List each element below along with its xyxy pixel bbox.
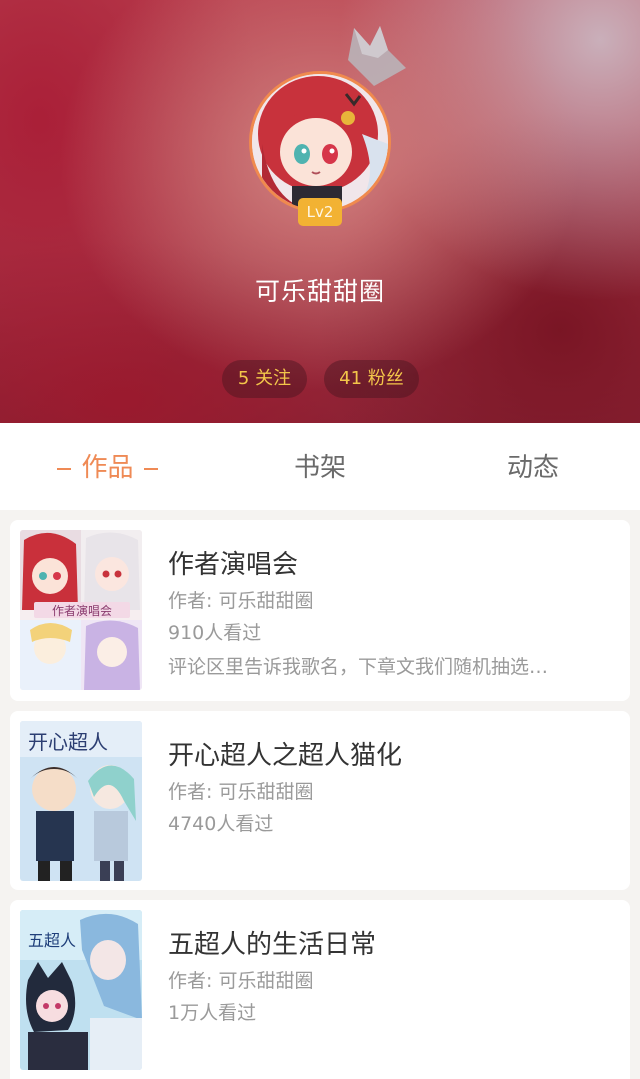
work-author: 作者: 可乐甜甜圈 (168, 590, 314, 612)
work-title: 开心超人之超人猫化 (168, 741, 403, 771)
cover-image: 作者演唱会 (20, 530, 142, 690)
cover-title-text: 开心超人 (28, 730, 108, 754)
tab-bookshelf-label: 书架 (293, 453, 346, 483)
tab-works-label: 作品 (81, 453, 134, 483)
work-views: 1万人看过 (168, 1002, 257, 1024)
work-cover-1[interactable]: 作者演唱会 (20, 530, 142, 690)
work-description: 评论区里告诉我歌名，下章文我们随机抽选… (168, 656, 549, 678)
work-card-2[interactable]: 开心超人 开心超人之超人猫化 作者: 可乐甜甜圈 4740人看过 (10, 711, 630, 890)
work-cover-3[interactable]: 五超人 (20, 910, 142, 1070)
work-cover-2[interactable]: 开心超人 (20, 721, 142, 881)
work-card-1[interactable]: 作者演唱会 作者演唱会 作者: 可乐甜甜圈 910人看过 评论区里告诉我歌名，下… (10, 520, 630, 701)
username: 可乐甜甜圈 (254, 277, 385, 306)
active-tab-left-dash (57, 467, 72, 470)
work-title: 作者演唱会 (168, 550, 299, 580)
tab-activity-label: 动态 (506, 453, 559, 483)
profile-tabs: 作品 书架 动态 (0, 423, 640, 510)
active-tab-right-dash (143, 467, 158, 470)
work-views: 910人看过 (168, 622, 262, 644)
work-views: 4740人看过 (168, 813, 274, 835)
cover-title-text: 作者演唱会 (52, 603, 112, 618)
work-title: 五超人的生活日常 (168, 930, 377, 960)
work-card-3[interactable]: 五超人 五超人的生活日常 作者: 可乐甜甜圈 1万人看过 (10, 900, 630, 1079)
tab-works[interactable]: 作品 (30, 423, 185, 510)
tab-bookshelf[interactable]: 书架 (245, 423, 395, 510)
work-author: 作者: 可乐甜甜圈 (168, 781, 314, 803)
fans-count-button[interactable]: 41 粉丝 (324, 360, 419, 398)
following-count-button[interactable]: 5 关注 (222, 360, 307, 398)
level-badge: Lv2 (298, 198, 342, 226)
work-author: 作者: 可乐甜甜圈 (168, 970, 314, 992)
cover-image: 五超人 (20, 910, 142, 1070)
avatar[interactable] (249, 71, 391, 213)
avatar-image (252, 74, 388, 210)
profile-header: Lv2 可乐甜甜圈 5 关注 41 粉丝 (0, 0, 640, 423)
cover-image: 开心超人 (20, 721, 142, 881)
cover-title-text: 五超人 (28, 931, 76, 950)
tab-activity[interactable]: 动态 (458, 423, 608, 510)
